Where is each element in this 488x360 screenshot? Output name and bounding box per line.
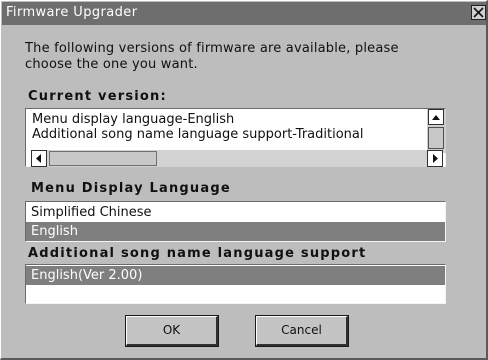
current-version-vertical-scrollbar[interactable] <box>427 109 446 153</box>
close-icon <box>473 7 484 18</box>
title-bar[interactable]: Firmware Upgrader <box>2 2 486 25</box>
scroll-left-button[interactable] <box>31 150 47 167</box>
song-language-item-english[interactable]: English(Ver 2.00) <box>26 266 445 285</box>
current-version-label: Current version: <box>28 89 167 104</box>
song-language-support-list[interactable]: English(Ver 2.00) <box>25 264 446 304</box>
arrow-left-icon <box>36 154 41 163</box>
current-version-line-song: Additional song name language support-Tr… <box>32 127 364 142</box>
close-button[interactable] <box>471 5 486 20</box>
vertical-scroll-thumb[interactable] <box>428 127 444 149</box>
scroll-up-button[interactable] <box>428 109 444 125</box>
current-version-line-menu: Menu display language-English <box>32 112 235 127</box>
menu-language-item-english[interactable]: English <box>26 222 445 241</box>
intro-text: The following versions of firmware are a… <box>25 41 399 72</box>
ok-button[interactable]: OK <box>125 315 219 347</box>
menu-display-language-label: Menu Display Language <box>31 181 231 196</box>
menu-display-language-list[interactable]: Simplified Chinese English <box>25 201 446 242</box>
arrow-up-icon <box>432 115 440 120</box>
window-title: Firmware Upgrader <box>6 5 138 20</box>
menu-language-item-simplified-chinese[interactable]: Simplified Chinese <box>26 203 445 222</box>
horizontal-scroll-thumb[interactable] <box>49 151 157 166</box>
cancel-button[interactable]: Cancel <box>255 315 349 347</box>
song-language-support-label: Additional song name language support <box>28 246 367 261</box>
firmware-upgrader-dialog: Firmware Upgrader The following versions… <box>0 0 488 360</box>
scroll-right-button[interactable] <box>427 150 443 167</box>
arrow-right-icon <box>433 154 438 163</box>
current-version-horizontal-scrollbar[interactable] <box>31 150 443 167</box>
